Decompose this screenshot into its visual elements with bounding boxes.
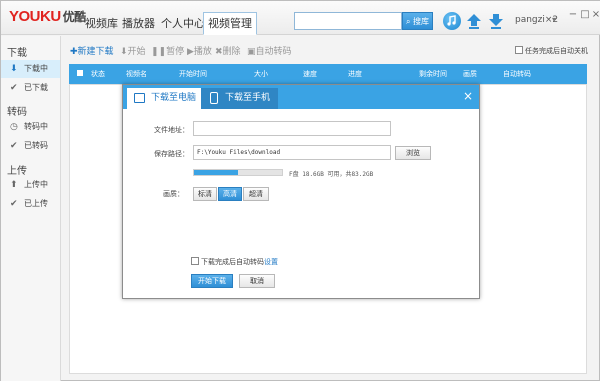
app-window: YOUKU 优酷 视频库 播放器 个人中心 视频管理 ⌕ 搜库 pangzi×2 … xyxy=(0,0,600,381)
sidebar-group-transcode: 转码 xyxy=(7,107,27,118)
file-url-input[interactable] xyxy=(193,121,391,136)
user-menu-caret-icon[interactable]: ▾ xyxy=(552,15,556,24)
upload-arrow-icon: ⬆ xyxy=(10,180,18,190)
auto-transcode-checkbox[interactable]: 下载完成后自动转码设置 xyxy=(191,257,278,267)
minimize-button[interactable]: − xyxy=(567,9,579,21)
sidebar-item-label: 已下载 xyxy=(24,83,48,92)
logo-text: YOUKU xyxy=(9,8,61,25)
save-path-input[interactable]: F:\Youku Files\download xyxy=(193,145,391,160)
pause-icon: ❚❚ xyxy=(151,47,167,57)
file-url-label: 文件地址： xyxy=(154,126,189,134)
close-window-button[interactable]: × xyxy=(590,9,600,21)
sidebar-item-uploading[interactable]: ⬆ 上传中 xyxy=(1,176,60,194)
start-label: 开始 xyxy=(127,47,146,57)
monitor-icon xyxy=(134,93,145,103)
sidebar-item-downloading[interactable]: ⬇ 下载中 xyxy=(1,60,60,78)
start-download-button[interactable]: 开始下载 xyxy=(191,274,233,288)
auto-shutdown-checkbox[interactable]: 任务完成后自动关机 xyxy=(515,46,588,56)
checkbox-icon xyxy=(515,46,523,54)
sidebar-item-uploaded[interactable]: ✔ 已上传 xyxy=(1,195,60,213)
quality-sd-button[interactable]: 标清 xyxy=(193,187,217,201)
sidebar-item-label: 下载中 xyxy=(24,64,48,73)
checkbox-icon xyxy=(191,257,199,265)
new-download-label: 新建下载 xyxy=(77,47,114,57)
quality-super-button[interactable]: 超清 xyxy=(243,187,269,201)
delete-button[interactable]: ✖删除 xyxy=(215,44,241,57)
play-button[interactable]: ▶播放 xyxy=(187,44,212,57)
download-arrow-icon: ⬇ xyxy=(10,64,18,74)
music-icon[interactable] xyxy=(443,12,461,30)
delete-icon: ✖ xyxy=(215,47,223,57)
play-icon: ▶ xyxy=(187,47,194,57)
browse-button[interactable]: 浏览 xyxy=(395,146,431,160)
auto-shutdown-label: 任务完成后自动关机 xyxy=(525,47,588,55)
upload-icon[interactable] xyxy=(465,12,483,30)
disk-space-text: F盘 18.6GB 可用，共83.2GB xyxy=(289,171,374,178)
sidebar: 下载 ⬇ 下载中 ✔ 已下载 转码 ◷ 转码中 ✔ 已转码 上传 ⬆ 上传中 ✔… xyxy=(1,36,61,381)
auto-transcode-button[interactable]: ▣自动转码 xyxy=(247,44,292,57)
tab-video-management[interactable]: 视频管理 xyxy=(203,12,257,35)
disk-usage-bar xyxy=(193,169,283,176)
column-header[interactable]: 自动转码 xyxy=(503,69,531,79)
play-label: 播放 xyxy=(193,47,212,57)
transcode-icon: ▣ xyxy=(247,47,256,57)
auto-transcode-text: 下载完成后自动转码 xyxy=(201,258,264,266)
clock-icon: ◷ xyxy=(10,122,18,132)
tab-player[interactable]: 播放器 xyxy=(118,13,159,32)
sidebar-item-transcoding[interactable]: ◷ 转码中 xyxy=(1,118,60,136)
youku-logo[interactable]: YOUKU 优酷 xyxy=(9,8,86,25)
column-header[interactable]: 进度 xyxy=(348,69,362,79)
sidebar-item-label: 已转码 xyxy=(24,141,48,150)
sidebar-item-transcoded[interactable]: ✔ 已转码 xyxy=(1,137,60,155)
search-button[interactable]: ⌕ 搜库 xyxy=(402,12,433,30)
check-icon: ✔ xyxy=(10,199,18,209)
quality-hd-button[interactable]: 高清 xyxy=(218,187,242,201)
column-header[interactable]: 开始时间 xyxy=(179,69,207,79)
column-header[interactable]: 速度 xyxy=(303,69,317,79)
cancel-button[interactable]: 取消 xyxy=(239,274,275,288)
save-path-label: 保存路径： xyxy=(154,150,189,158)
search-button-label: 搜库 xyxy=(413,17,430,26)
sidebar-item-label: 转码中 xyxy=(24,122,48,131)
disk-usage-fill xyxy=(194,170,238,175)
dialog-header: 下载至电脑 下载至手机 × xyxy=(123,85,479,109)
check-icon: ✔ xyxy=(10,141,18,151)
delete-label: 删除 xyxy=(222,47,241,57)
column-header[interactable]: 画质 xyxy=(463,69,477,79)
sidebar-group-download: 下载 xyxy=(7,48,27,59)
column-header[interactable]: 大小 xyxy=(254,69,268,79)
tab-label: 下载至电脑 xyxy=(151,93,197,103)
top-bar: YOUKU 优酷 视频库 播放器 个人中心 视频管理 ⌕ 搜库 pangzi×2 … xyxy=(1,1,600,35)
sidebar-group-upload: 上传 xyxy=(7,166,27,177)
task-table-header: 状态 视频名 开始时间 大小 速度 进度 剩余时间 画质 自动转码 xyxy=(69,64,587,84)
tab-label: 下载至手机 xyxy=(225,93,271,103)
dialog-close-button[interactable]: × xyxy=(463,89,473,103)
tab-download-to-pc[interactable]: 下载至电脑 xyxy=(127,88,205,109)
tab-download-to-phone[interactable]: 下载至手机 xyxy=(201,88,279,109)
download-icon[interactable] xyxy=(487,12,505,30)
phone-icon xyxy=(210,92,218,104)
tab-video-library[interactable]: 视频库 xyxy=(81,13,122,32)
column-header[interactable]: 视频名 xyxy=(126,69,147,79)
tab-personal-center[interactable]: 个人中心 xyxy=(157,13,209,32)
column-header[interactable]: 剩余时间 xyxy=(419,69,447,79)
auto-transcode-label: 自动转码 xyxy=(255,47,292,57)
search-input[interactable] xyxy=(294,12,402,30)
select-all-checkbox[interactable] xyxy=(77,69,85,77)
column-header[interactable]: 状态 xyxy=(91,69,105,79)
quality-label: 画质： xyxy=(163,190,184,198)
sidebar-item-label: 已上传 xyxy=(24,199,48,208)
sidebar-item-downloaded[interactable]: ✔ 已下载 xyxy=(1,79,60,97)
new-download-button[interactable]: ✚新建下载 xyxy=(70,44,114,57)
check-icon: ✔ xyxy=(10,83,18,93)
plus-icon: ✚ xyxy=(70,47,78,57)
start-button[interactable]: ⬇开始 xyxy=(120,44,146,57)
pause-button[interactable]: ❚❚暂停 xyxy=(151,44,184,57)
settings-link[interactable]: 设置 xyxy=(264,258,278,266)
sidebar-item-label: 上传中 xyxy=(24,180,48,189)
search-icon: ⌕ xyxy=(405,17,411,26)
pause-label: 暂停 xyxy=(166,47,185,57)
start-icon: ⬇ xyxy=(120,47,128,57)
